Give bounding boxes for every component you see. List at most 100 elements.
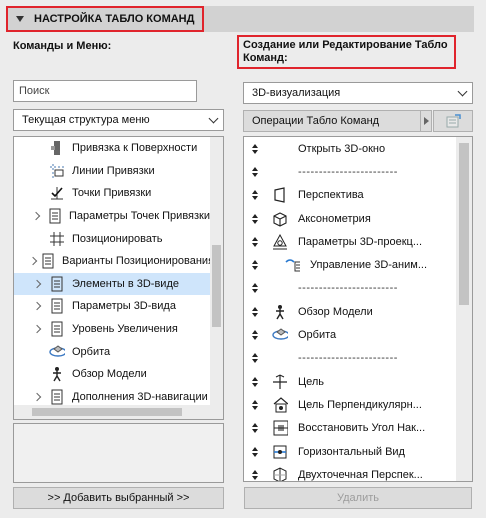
- toolbar-operations-button[interactable]: Операции Табло Команд: [243, 110, 429, 132]
- drag-handle-icon[interactable]: [250, 423, 260, 434]
- snap-point-settings-icon: [48, 208, 62, 224]
- search-input[interactable]: Поиск: [13, 80, 197, 102]
- tree-item[interactable]: Обзор Модели: [14, 363, 210, 386]
- tree-item[interactable]: Варианты Позиционирования: [14, 250, 214, 273]
- structure-select[interactable]: Текущая структура меню: [13, 109, 224, 131]
- drag-handle-icon[interactable]: [250, 236, 260, 247]
- toolbar-item[interactable]: Двухточечная Перспек...: [244, 463, 456, 481]
- tree-item[interactable]: Привязка к Поверхности: [14, 137, 210, 160]
- chevron-right-icon[interactable]: [30, 302, 44, 311]
- target-icon: [272, 374, 288, 390]
- drag-handle-icon[interactable]: [250, 469, 260, 480]
- tree-item[interactable]: Точки Привязки: [14, 182, 210, 205]
- commands-tree[interactable]: Привязка к Поверхности Линии Привязки Точк…: [13, 136, 224, 420]
- orbit-icon: [49, 344, 65, 360]
- collapse-triangle-icon[interactable]: [16, 16, 24, 22]
- tree-item[interactable]: Орбита: [14, 340, 210, 363]
- new-toolbar-button[interactable]: [433, 110, 473, 132]
- chevron-right-icon[interactable]: [30, 324, 44, 334]
- tree-item[interactable]: Позиционировать: [14, 227, 210, 250]
- toolbar-item-label: Параметры 3D-проекц...: [298, 235, 423, 248]
- 3d-elements-icon: [49, 276, 65, 292]
- snap-lines-icon: [49, 163, 65, 179]
- toolbar-item[interactable]: Аксонометрия: [244, 207, 456, 230]
- drag-handle-icon[interactable]: [250, 376, 260, 387]
- toolbar-item[interactable]: Перспектива: [244, 184, 456, 207]
- drag-handle-icon[interactable]: [250, 399, 260, 410]
- toolbar-item[interactable]: Управление 3D-аним...: [244, 253, 456, 276]
- vertical-scrollbar[interactable]: [456, 137, 472, 481]
- tree-item[interactable]: Уровень Увеличения: [14, 318, 210, 341]
- tree-item-label: Обзор Модели: [72, 368, 147, 381]
- vertical-scroll-thumb[interactable]: [459, 143, 469, 305]
- tree-item-label: Элементы в 3D-виде: [72, 277, 179, 290]
- drag-handle-icon[interactable]: [250, 330, 260, 341]
- drag-handle-icon[interactable]: [250, 306, 260, 317]
- 3d-nav-extras-icon: [49, 389, 65, 405]
- structure-select-value: Текущая структура меню: [22, 114, 150, 126]
- toolbar-item-label: Перспектива: [298, 189, 364, 202]
- toolbar-item-label: Аксонометрия: [298, 212, 371, 225]
- add-selected-button[interactable]: >> Добавить выбранный >>: [13, 487, 224, 509]
- toolbar-item[interactable]: Открыть 3D-окно: [244, 137, 456, 160]
- tree-item[interactable]: Элементы в 3D-виде: [14, 272, 210, 296]
- drag-handle-icon[interactable]: [250, 353, 260, 364]
- section-header[interactable]: НАСТРОЙКА ТАБЛО КОМАНД: [6, 6, 204, 32]
- operations-menu-arrow[interactable]: [420, 110, 432, 132]
- toolbar-item[interactable]: Цель: [244, 370, 456, 393]
- separator-row[interactable]: ------------------------: [244, 347, 456, 370]
- 3d-settings-icon: [49, 298, 65, 314]
- toolbar-item[interactable]: Орбита: [244, 323, 456, 346]
- toolbar-item[interactable]: Восстановить Угол Нак...: [244, 417, 456, 440]
- chevron-down-icon: [208, 113, 219, 123]
- horizontal-view-icon: [272, 444, 288, 460]
- separator-row[interactable]: ------------------------: [244, 160, 456, 183]
- chevron-right-icon[interactable]: [28, 257, 38, 266]
- toolbar-item[interactable]: Параметры 3D-проекц...: [244, 230, 456, 253]
- toolbar-item-label: Открыть 3D-окно: [298, 142, 386, 155]
- toolbar-select[interactable]: 3D-визуализация: [243, 82, 473, 104]
- snap-points-icon: [49, 185, 65, 201]
- drag-handle-icon[interactable]: [250, 190, 260, 201]
- drag-handle-icon[interactable]: [250, 260, 260, 271]
- drag-handle-icon[interactable]: [250, 143, 260, 154]
- restore-tilt-icon: [272, 420, 288, 436]
- chevron-right-icon[interactable]: [30, 211, 43, 221]
- position-variants-icon: [41, 253, 55, 269]
- drag-handle-icon[interactable]: [250, 166, 260, 177]
- orbit-icon: [272, 327, 288, 343]
- toolbar-item-label: Двухточечная Перспек...: [298, 468, 423, 481]
- chevron-right-icon[interactable]: [30, 279, 44, 289]
- 3d-animation-icon: [284, 257, 300, 273]
- toolbar-items-list[interactable]: Открыть 3D-окно ------------------------ П…: [243, 136, 473, 482]
- toolbar-item[interactable]: Горизонтальный Вид: [244, 440, 456, 463]
- vertical-scroll-thumb[interactable]: [212, 245, 221, 327]
- horizontal-scroll-thumb[interactable]: [32, 408, 182, 416]
- position-icon: [49, 231, 65, 247]
- drag-handle-icon[interactable]: [250, 446, 260, 457]
- vertical-scrollbar[interactable]: [210, 137, 223, 405]
- axonometry-icon: [272, 211, 288, 227]
- toolbar-item-label: Управление 3D-аним...: [310, 259, 427, 272]
- left-title: Команды и Меню:: [13, 40, 112, 52]
- toolbar-operations-label: Операции Табло Команд: [252, 115, 380, 127]
- toolbar-item-label: Цель: [298, 375, 325, 388]
- horizontal-scrollbar[interactable]: [14, 405, 223, 419]
- tree-item[interactable]: Линии Привязки: [14, 160, 210, 183]
- drag-handle-icon[interactable]: [250, 213, 260, 224]
- separator-label: ------------------------: [298, 352, 398, 365]
- drag-handle-icon[interactable]: [250, 283, 260, 294]
- search-placeholder: Поиск: [19, 85, 50, 97]
- tree-item[interactable]: Параметры Точек Привязки: [14, 205, 210, 228]
- tree-item-label: Позиционировать: [72, 232, 163, 245]
- separator-row[interactable]: ------------------------: [244, 277, 456, 300]
- tree-item-label: Параметры Точек Привязки: [69, 210, 210, 223]
- toolbar-item[interactable]: Цель Перпендикулярн...: [244, 393, 456, 416]
- tree-item[interactable]: Параметры 3D-вида: [14, 295, 210, 318]
- perspective-icon: [272, 187, 288, 203]
- toolbar-select-value: 3D-визуализация: [252, 87, 341, 99]
- toolbar-item[interactable]: Обзор Модели: [244, 300, 456, 323]
- surface-snap-icon: [49, 140, 65, 156]
- delete-button[interactable]: Удалить: [244, 487, 472, 509]
- chevron-right-icon[interactable]: [30, 392, 44, 402]
